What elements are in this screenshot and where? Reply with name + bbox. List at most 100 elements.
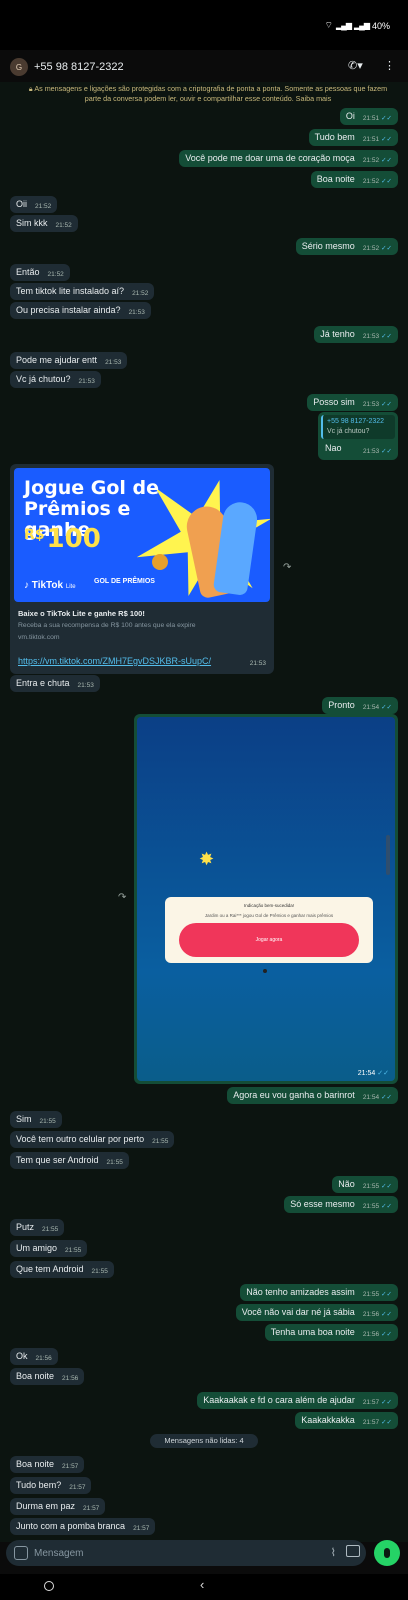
read-ticks-icon: ✓✓ [381,115,392,122]
message-out[interactable]: Kaakakkakka 21:57 ✓✓ [295,1412,398,1429]
dot [263,969,267,973]
sticker-icon[interactable] [14,1546,28,1560]
image-message[interactable]: ✸ Indicação bem-sucedida! Jardim ou a Ra… [134,714,398,1084]
message-in[interactable]: Boa noite 21:56 [10,1368,85,1385]
quoted-message[interactable]: +55 98 8127-2322 Vc já chutou? [321,415,395,439]
promo-amount: R$100 [24,524,101,554]
message-text: Boa noite [316,174,355,184]
status-bar: ⌔ ▂▄▆ ▂▄▆ 40% [0,0,408,50]
read-ticks-icon: ✓✓ [381,1311,392,1318]
message-out[interactable]: Só esse mesmo 21:55 ✓✓ [284,1196,398,1213]
message-in[interactable]: Um amigo 21:55 [10,1240,88,1257]
message-time: 21:52 [362,157,380,164]
message-out[interactable]: Posso sim 21:53 ✓✓ [307,394,398,411]
message-time: 21:55 [152,1138,169,1145]
message-out[interactable]: Sério mesmo 21:52 ✓✓ [295,238,398,255]
message-text: Vc já chutou? [16,374,71,384]
message-in[interactable]: Ou precisa instalar ainda? 21:53 [10,302,151,319]
back-icon[interactable]: ‹ [200,1577,204,1592]
read-ticks-icon: ✓✓ [381,245,392,252]
message-text: Kaakakkakka [301,1415,355,1425]
message-text: Sim kkk [16,218,48,228]
message-time: 21:57 [362,1419,380,1426]
message-in[interactable]: Tudo bem? 21:57 [10,1477,92,1494]
quoted-text: Vc já chutou? [327,428,370,435]
message-text: Sim [16,1114,32,1124]
link-preview-message[interactable]: Jogue Gol de Prêmios e ganhe R$100 ♪ Tik… [10,464,274,674]
message-text: Tudo bem [314,132,355,142]
message-in[interactable]: Tem tiktok lite instalado aí? 21:52 [10,283,155,300]
message-in[interactable]: Pode me ajudar entt 21:53 [10,352,128,369]
message-in[interactable]: Boa noite 21:57 [10,1456,85,1473]
encryption-notice[interactable]: 🔒︎ As mensagens e ligações são protegida… [28,84,388,104]
message-in[interactable]: Entra e chuta 21:53 [10,675,100,692]
forward-icon[interactable]: ↷ [118,892,126,903]
message-in[interactable]: Sim 21:55 [10,1111,62,1128]
voice-call-icon[interactable]: ✆▾ [348,59,370,75]
message-link[interactable]: https://vm.tiktok.com/ZMH7EgvDSJKBR-sUup… [18,656,211,666]
message-time: 21:55 [362,1183,380,1190]
promo-image[interactable]: Jogue Gol de Prêmios e ganhe R$100 ♪ Tik… [14,468,270,602]
read-ticks-icon: ✓✓ [381,448,392,455]
message-out[interactable]: Não 21:55 ✓✓ [332,1176,398,1193]
status-icons: ⌔ ▂▄▆ ▂▄▆ 40% [325,20,390,31]
home-icon[interactable] [44,1581,54,1591]
message-time: 21:53 [249,660,266,667]
camera-icon[interactable] [346,1545,360,1557]
contact-name[interactable]: +55 98 8127-2322 [34,61,124,73]
reply-message[interactable]: +55 98 8127-2322 Vc já chutou? Nao 21:53… [318,412,398,460]
message-out[interactable]: Já tenho 21:53 ✓✓ [314,326,398,343]
dialog-text: Jardim ou a Rai*** jogou Gol de Prêmios … [204,913,334,918]
message-out[interactable]: Oi 21:51 ✓✓ [339,108,398,125]
message-out[interactable]: Você pode me doar uma de coração moça 21:… [179,150,398,167]
message-out[interactable]: Tenha uma boa noite 21:56 ✓✓ [264,1324,398,1341]
message-time: 21:53 [105,359,122,366]
message-in[interactable]: Ok 21:56 [10,1348,58,1365]
message-in[interactable]: Que tem Android 21:55 [10,1261,114,1278]
unread-divider: Mensagens não lidas: 4 [150,1434,258,1448]
screenshot-image[interactable]: ✸ Indicação bem-sucedida! Jardim ou a Ra… [137,717,395,1081]
message-in[interactable]: Tem que ser Android 21:55 [10,1152,129,1169]
message-out[interactable]: Kaakaakak e fd o cara além de ajudar 21:5… [197,1392,398,1409]
read-ticks-icon: ✓✓ [381,1183,392,1190]
read-ticks-icon: ✓✓ [377,1070,389,1077]
message-in[interactable]: Sim kkk 21:52 [10,215,78,232]
mic-button[interactable] [374,1540,400,1566]
message-time: 21:56 [362,1311,380,1318]
attach-icon[interactable]: ⌇ [331,1546,336,1559]
message-out[interactable]: Agora eu vou ganha o barinrot 21:54 ✓✓ [227,1087,398,1104]
message-time: 21:57 [69,1484,86,1491]
message-time: 21:57 [83,1505,100,1512]
message-in[interactable]: Vc já chutou? 21:53 [10,371,101,388]
message-input[interactable] [34,1544,294,1562]
message-in[interactable]: Junto com a pomba branca 21:57 [10,1518,156,1535]
message-out[interactable]: Não tenho amizades assim 21:55 ✓✓ [240,1284,398,1301]
message-in[interactable]: Putz 21:55 [10,1219,65,1236]
more-options-icon[interactable]: ⋮ [384,59,395,75]
read-ticks-icon: ✓✓ [381,1203,392,1210]
message-in[interactable]: Você tem outro celular por perto 21:55 [10,1131,175,1148]
message-time: 21:52 [362,245,380,252]
message-in[interactable]: Durma em paz 21:57 [10,1498,106,1515]
link-domain: vm.tiktok.com [18,634,60,641]
avatar[interactable]: G [10,58,28,76]
message-text: Posso sim [313,397,355,407]
message-time: 21:53 ✓✓ [363,448,392,455]
message-out[interactable]: Boa noite 21:52 ✓✓ [310,171,398,188]
message-in[interactable]: Então 21:52 [10,264,70,281]
message-out[interactable]: Você não vai dar né já sábia 21:56 ✓✓ [235,1304,398,1321]
message-text: Putz [16,1222,35,1232]
message-time: 21:56 [35,1355,52,1362]
message-text: Agora eu vou ganha o barinrot [233,1090,355,1100]
message-in[interactable]: Oii 21:52 [10,196,58,213]
message-time: 21:53 [362,333,380,340]
forward-icon[interactable]: ↷ [283,562,291,573]
message-out[interactable]: Tudo bem 21:51 ✓✓ [308,129,398,146]
message-out[interactable]: Pronto 21:54 ✓✓ [322,697,398,714]
message-time: 21:53 [362,401,380,408]
message-time: 21:52 [35,203,52,210]
tiktok-logo: ♪ TikTok Lite [24,580,76,591]
ball-graphic [152,554,168,570]
message-text: Tem que ser Android [16,1155,99,1165]
read-ticks-icon: ✓✓ [381,333,392,340]
